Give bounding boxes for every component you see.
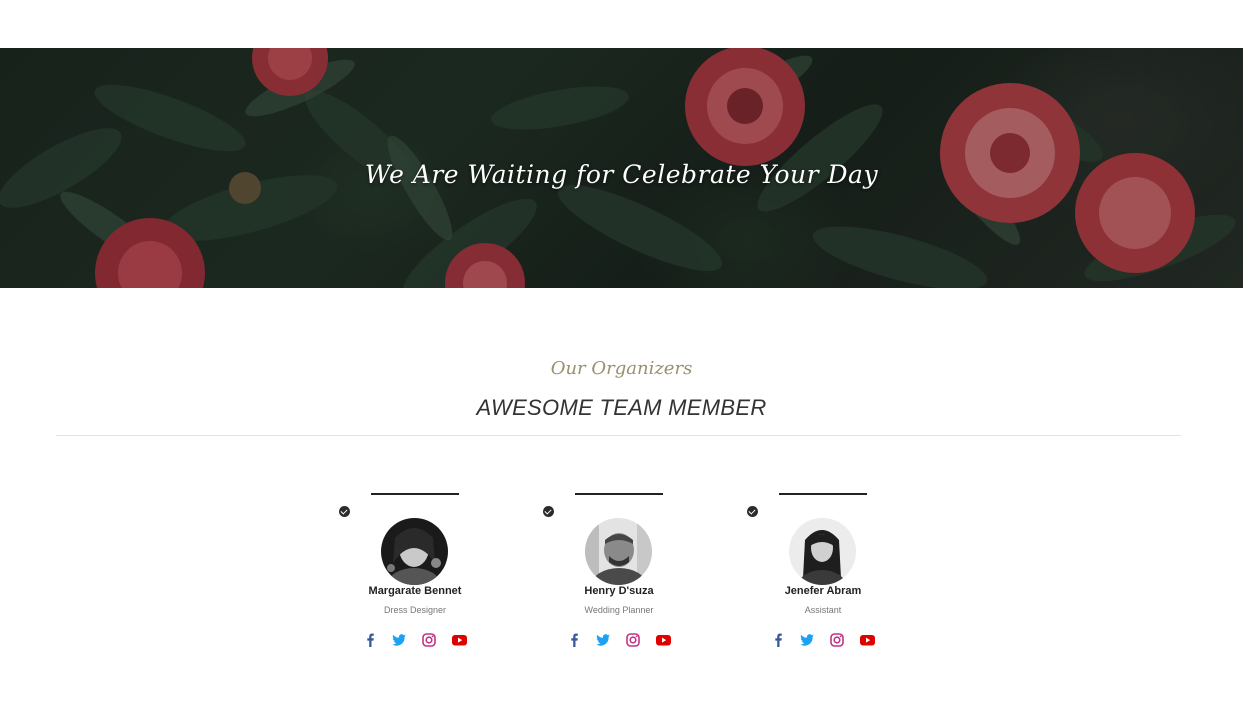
instagram-icon[interactable] [625,632,641,648]
member-role: Dress Designer [383,605,447,615]
team-card: Jenefer Abram Assistant [743,493,903,663]
twitter-icon[interactable] [799,632,815,648]
instagram-icon[interactable] [421,632,437,648]
youtube-icon[interactable] [451,632,468,648]
member-name: Margarate Bennet [368,585,462,597]
section-eyebrow: Our Organizers [550,358,693,379]
twitter-icon[interactable] [391,632,407,648]
avatar [381,518,448,585]
check-circle-icon [543,506,554,517]
card-top-bar [779,493,867,495]
member-name: Henry D'suza [584,585,654,597]
avatar [585,518,652,585]
facebook-icon[interactable] [362,632,378,648]
hero-title: We Are Waiting for Celebrate Your Day [364,160,879,189]
hero-banner: We Are Waiting for Celebrate Your Day [0,48,1243,288]
facebook-icon[interactable] [566,632,582,648]
social-links [362,632,472,648]
team-card: Henry D'suza Wedding Planner [539,493,699,663]
social-links [770,632,880,648]
member-role: Assistant [804,605,842,615]
check-circle-icon [339,506,350,517]
section-title: AWESOME TEAM MEMBER [476,395,767,420]
member-role: Wedding Planner [584,605,654,615]
section-divider [56,435,1181,436]
youtube-icon[interactable] [655,632,672,648]
team-card: Margarate Bennet Dress Designer [335,493,495,663]
member-name: Jenefer Abram [784,585,862,597]
social-links [566,632,676,648]
page: We Are Waiting for Celebrate Your Day Ou… [0,0,1243,703]
twitter-icon[interactable] [595,632,611,648]
youtube-icon[interactable] [859,632,876,648]
facebook-icon[interactable] [770,632,786,648]
card-top-bar [371,493,459,495]
check-circle-icon [747,506,758,517]
instagram-icon[interactable] [829,632,845,648]
card-top-bar [575,493,663,495]
avatar [789,518,856,585]
